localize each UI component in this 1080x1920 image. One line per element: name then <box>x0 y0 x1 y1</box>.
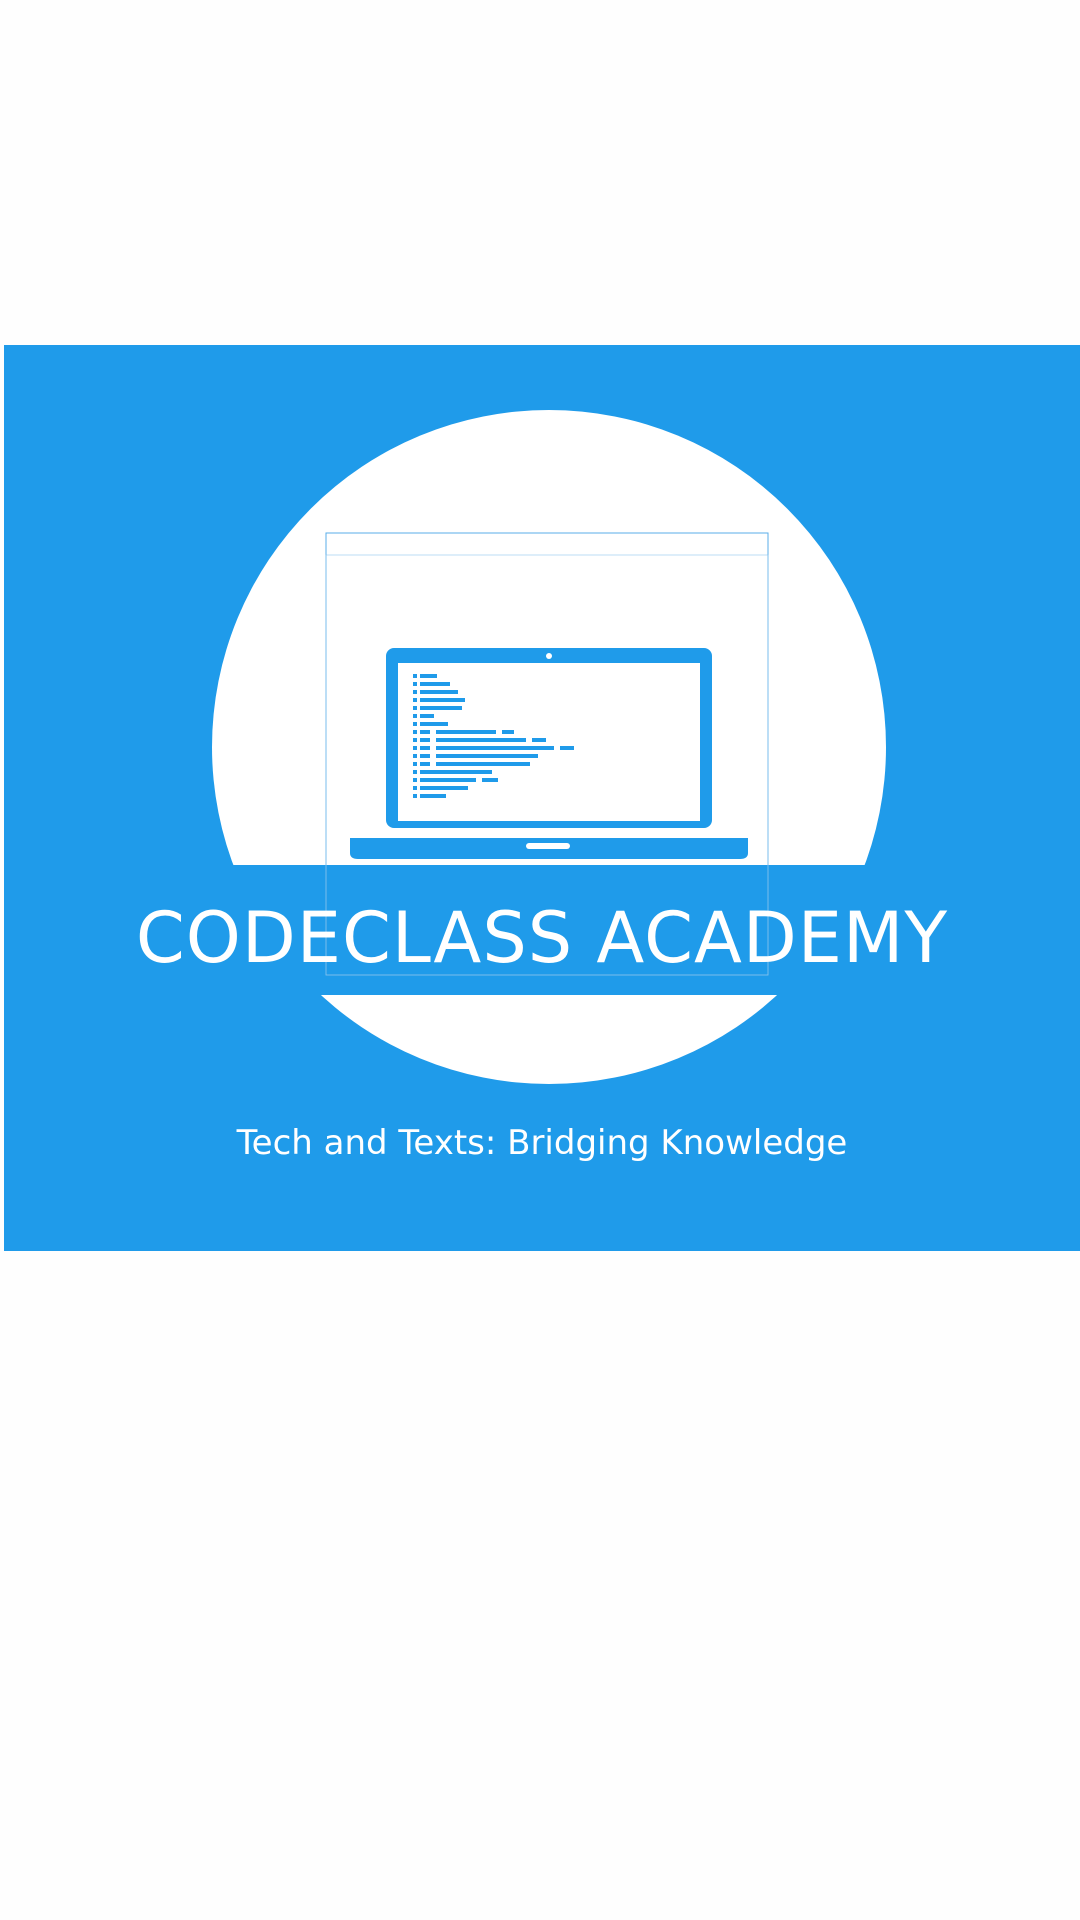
academy-logo-banner: CODECLASS ACADEMY Tech and Texts: Bridgi… <box>4 345 1080 1251</box>
academy-logo-graphic <box>4 410 1080 1084</box>
brand-title: CODECLASS ACADEMY <box>135 897 949 979</box>
image-viewer: CODECLASS ACADEMY Tech and Texts: Bridgi… <box>0 0 1080 1920</box>
laptop-code-icon <box>350 648 748 859</box>
laptop-touchpad <box>526 843 570 849</box>
brand-tagline: Tech and Texts: Bridging Knowledge <box>236 1123 848 1163</box>
laptop-camera <box>546 653 552 659</box>
